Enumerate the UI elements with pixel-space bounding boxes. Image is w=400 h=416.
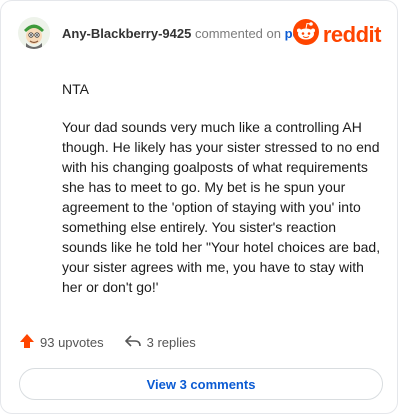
reddit-logo[interactable]: reddit (292, 19, 382, 50)
reddit-wordmark: reddit (322, 21, 382, 47)
upvote-arrow-icon (19, 333, 35, 352)
comment-card: Any-Blackberry-9425 commented on post re… (0, 0, 398, 414)
view-comments-button[interactable]: View 3 comments (19, 368, 383, 400)
upvote-button[interactable]: 93 upvotes (19, 333, 104, 352)
avatar[interactable] (18, 17, 50, 49)
comment-paragraph: NTA (62, 81, 89, 97)
replies-button[interactable]: 3 replies (124, 333, 196, 352)
author-line: Any-Blackberry-9425 commented on post (62, 26, 312, 41)
comment-actions: 93 upvotes 3 replies (19, 333, 196, 352)
upvote-count: 93 upvotes (40, 335, 104, 350)
author-name[interactable]: Any-Blackberry-9425 (62, 26, 191, 41)
comment-header: Any-Blackberry-9425 commented on post re… (18, 17, 382, 51)
comment-body: NTA Your dad sounds very much like a con… (62, 79, 382, 315)
reddit-snoo-icon (292, 19, 319, 50)
replies-count: 3 replies (146, 335, 196, 350)
comment-action-text: commented on (194, 26, 281, 41)
comment-paragraph: Your dad sounds very much like a control… (62, 119, 381, 295)
reply-arrow-icon (124, 333, 142, 352)
